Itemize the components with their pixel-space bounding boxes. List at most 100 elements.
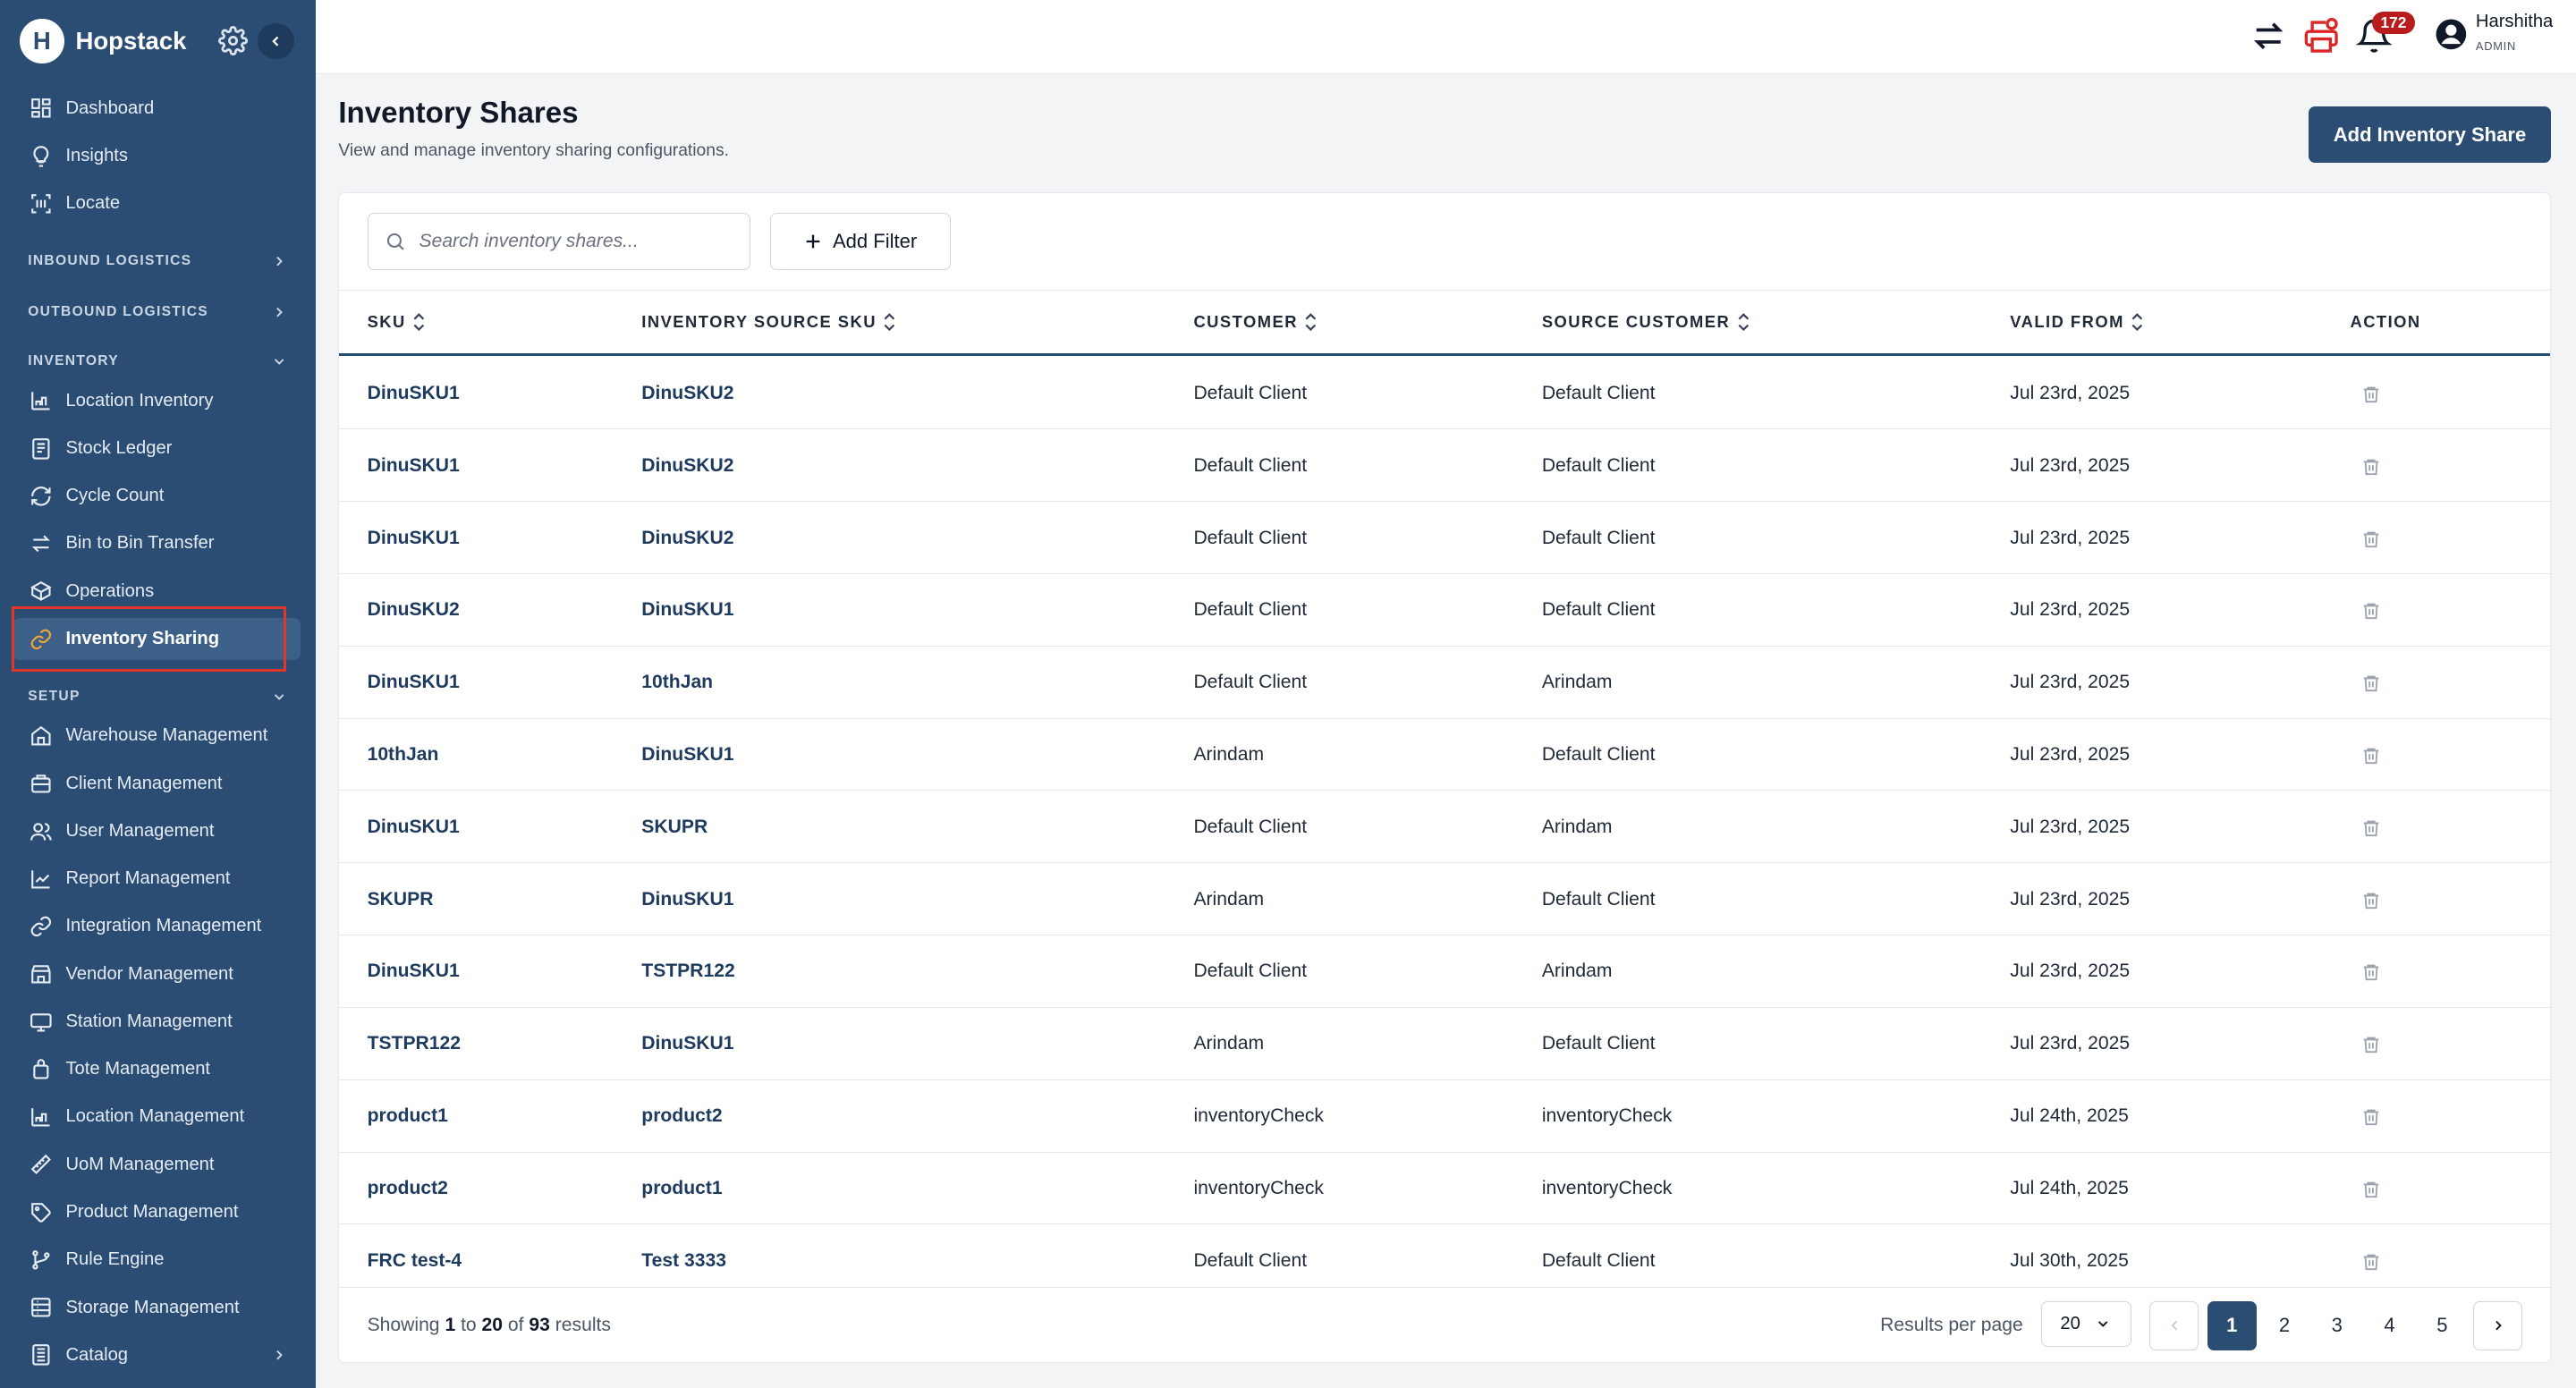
sidebar-item-insights[interactable]: Insights <box>13 135 301 178</box>
delete-trash-icon[interactable] <box>2361 384 2381 405</box>
cell-sku[interactable]: DinuSKU1 <box>368 429 460 502</box>
delete-trash-icon[interactable] <box>2361 1251 2381 1273</box>
delete-trash-icon[interactable] <box>2361 456 2381 478</box>
page-button-1[interactable]: 1 <box>2207 1300 2257 1350</box>
sidebar-item-client-management[interactable]: Client Management <box>13 762 301 805</box>
column-header-sku[interactable]: SKU <box>368 291 426 353</box>
cell-source-sku[interactable]: DinuSKU1 <box>641 574 733 647</box>
column-header-customer[interactable]: CUSTOMER <box>1193 291 1318 353</box>
column-header-valid-from[interactable]: VALID FROM <box>2010 291 2144 353</box>
section-inventory[interactable]: INVENTORY <box>13 345 301 378</box>
add-filter-button[interactable]: Add Filter <box>769 212 951 271</box>
cell-source-sku[interactable]: DinuSKU2 <box>641 502 733 574</box>
sidebar-item-cycle-count[interactable]: Cycle Count <box>13 475 301 518</box>
sidebar-item-storage-management[interactable]: Storage Management <box>13 1286 301 1329</box>
cell-customer: inventoryCheck <box>1193 1177 1324 1198</box>
page-button-3[interactable]: 3 <box>2312 1301 2361 1350</box>
cell-sku[interactable]: TSTPR122 <box>368 1008 461 1080</box>
chart-icon <box>31 869 50 889</box>
cell-source-sku[interactable]: product2 <box>641 1080 722 1153</box>
user-name[interactable]: Harshitha <box>2476 12 2553 32</box>
user-avatar-icon[interactable] <box>2435 18 2468 51</box>
sidebar-item-integration-management[interactable]: Integration Management <box>13 905 301 948</box>
collapse-sidebar-button[interactable] <box>258 22 294 60</box>
prev-page-button[interactable] <box>2149 1300 2199 1350</box>
dashboard-icon <box>31 98 51 118</box>
cell-source-sku[interactable]: product1 <box>641 1153 722 1225</box>
sidebar-item-report-management[interactable]: Report Management <box>13 858 301 901</box>
delete-trash-icon[interactable] <box>2361 600 2381 622</box>
delete-trash-icon[interactable] <box>2361 529 2381 550</box>
switch-arrows-icon[interactable] <box>2250 18 2286 54</box>
cell-source-sku[interactable]: 10thJan <box>641 647 713 719</box>
delete-trash-icon[interactable] <box>2361 1179 2381 1200</box>
sidebar-item-rule-engine[interactable]: Rule Engine <box>13 1239 301 1282</box>
sidebar-item-user-management[interactable]: User Management <box>13 809 301 852</box>
sidebar-item-tote-management[interactable]: Tote Management <box>13 1048 301 1091</box>
cell-source-sku[interactable]: SKUPR <box>641 791 708 863</box>
printer-alert-icon[interactable] <box>2303 18 2339 54</box>
sidebar-item-catalog[interactable]: Catalog <box>13 1333 301 1376</box>
sidebar-item-locate[interactable]: Locate <box>13 182 301 225</box>
settings-gear-icon[interactable] <box>218 26 249 56</box>
warehouse-icon <box>31 1108 50 1127</box>
search-input[interactable] <box>419 231 732 253</box>
cell-customer: inventoryCheck <box>1193 1105 1324 1127</box>
cell-source-sku[interactable]: DinuSKU1 <box>641 863 733 935</box>
sidebar-item-uom-management[interactable]: UoM Management <box>13 1143 301 1186</box>
sidebar-item-location-management[interactable]: Location Management <box>13 1096 301 1138</box>
sidebar-item-label: Storage Management <box>65 1297 240 1317</box>
cell-source-sku[interactable]: Test 3333 <box>641 1224 726 1297</box>
cell-source-sku[interactable]: TSTPR122 <box>641 935 734 1008</box>
section-inbound-logistics[interactable]: INBOUND LOGISTICS <box>13 245 301 278</box>
delete-trash-icon[interactable] <box>2361 1034 2381 1055</box>
search-box[interactable] <box>367 212 750 271</box>
next-page-button[interactable] <box>2473 1300 2523 1350</box>
page-button-5[interactable]: 5 <box>2418 1301 2467 1350</box>
hopstack-logo[interactable]: H <box>20 19 64 63</box>
cell-customer: Default Client <box>1193 599 1308 621</box>
cell-source-sku[interactable]: DinuSKU2 <box>641 358 733 430</box>
column-header-source-customer[interactable]: SOURCE CUSTOMER <box>1542 291 1750 353</box>
cell-sku[interactable]: product1 <box>368 1080 448 1153</box>
cell-source-sku[interactable]: DinuSKU1 <box>641 1008 733 1080</box>
sidebar-item-stock-ledger[interactable]: Stock Ledger <box>13 427 301 470</box>
sidebar-item-dashboard[interactable]: Dashboard <box>13 87 301 130</box>
sidebar-item-warehouse-management[interactable]: Warehouse Management <box>13 715 301 757</box>
cell-source-customer: Default Client <box>1541 888 1656 910</box>
cell-sku[interactable]: FRC test-4 <box>368 1224 462 1297</box>
sidebar-item-station-management[interactable]: Station Management <box>13 1001 301 1044</box>
column-label: SKU <box>367 312 406 332</box>
column-header-inventory-source-sku[interactable]: INVENTORY SOURCE SKU <box>641 291 896 353</box>
sidebar-item-label: Insights <box>65 145 129 165</box>
page-button-4[interactable]: 4 <box>2365 1301 2414 1350</box>
add-inventory-share-button[interactable]: Add Inventory Share <box>2308 106 2552 163</box>
results-per-page-select[interactable]: 20 <box>2041 1300 2132 1348</box>
cell-sku[interactable]: DinuSKU1 <box>368 358 460 430</box>
delete-trash-icon[interactable] <box>2361 1106 2381 1128</box>
sidebar-item-vendor-management[interactable]: Vendor Management <box>13 952 301 995</box>
delete-trash-icon[interactable] <box>2361 961 2381 983</box>
cell-sku[interactable]: product2 <box>368 1153 448 1225</box>
section-outbound-logistics[interactable]: OUTBOUND LOGISTICS <box>13 296 301 329</box>
cell-sku[interactable]: SKUPR <box>368 863 434 935</box>
delete-trash-icon[interactable] <box>2361 673 2381 694</box>
sidebar-item-product-management[interactable]: Product Management <box>13 1191 301 1234</box>
delete-trash-icon[interactable] <box>2361 817 2381 839</box>
cell-sku[interactable]: 10thJan <box>368 719 439 791</box>
cell-sku[interactable]: DinuSKU1 <box>368 791 460 863</box>
sort-icon <box>884 313 895 332</box>
cell-source-sku[interactable]: DinuSKU1 <box>641 719 733 791</box>
sidebar-item-bin-to-bin-transfer[interactable]: Bin to Bin Transfer <box>13 522 301 565</box>
cell-sku[interactable]: DinuSKU1 <box>368 935 460 1008</box>
delete-trash-icon[interactable] <box>2361 745 2381 766</box>
cell-sku[interactable]: DinuSKU1 <box>368 502 460 574</box>
cell-source-sku[interactable]: DinuSKU2 <box>641 429 733 502</box>
ruler-icon <box>30 1155 52 1175</box>
section-setup[interactable]: SETUP <box>13 680 301 713</box>
delete-trash-icon[interactable] <box>2361 890 2381 911</box>
cell-sku[interactable]: DinuSKU2 <box>368 574 460 647</box>
page-button-2[interactable]: 2 <box>2259 1301 2309 1350</box>
cell-sku[interactable]: DinuSKU1 <box>368 647 460 719</box>
sidebar-item-location-inventory[interactable]: Location Inventory <box>13 379 301 422</box>
